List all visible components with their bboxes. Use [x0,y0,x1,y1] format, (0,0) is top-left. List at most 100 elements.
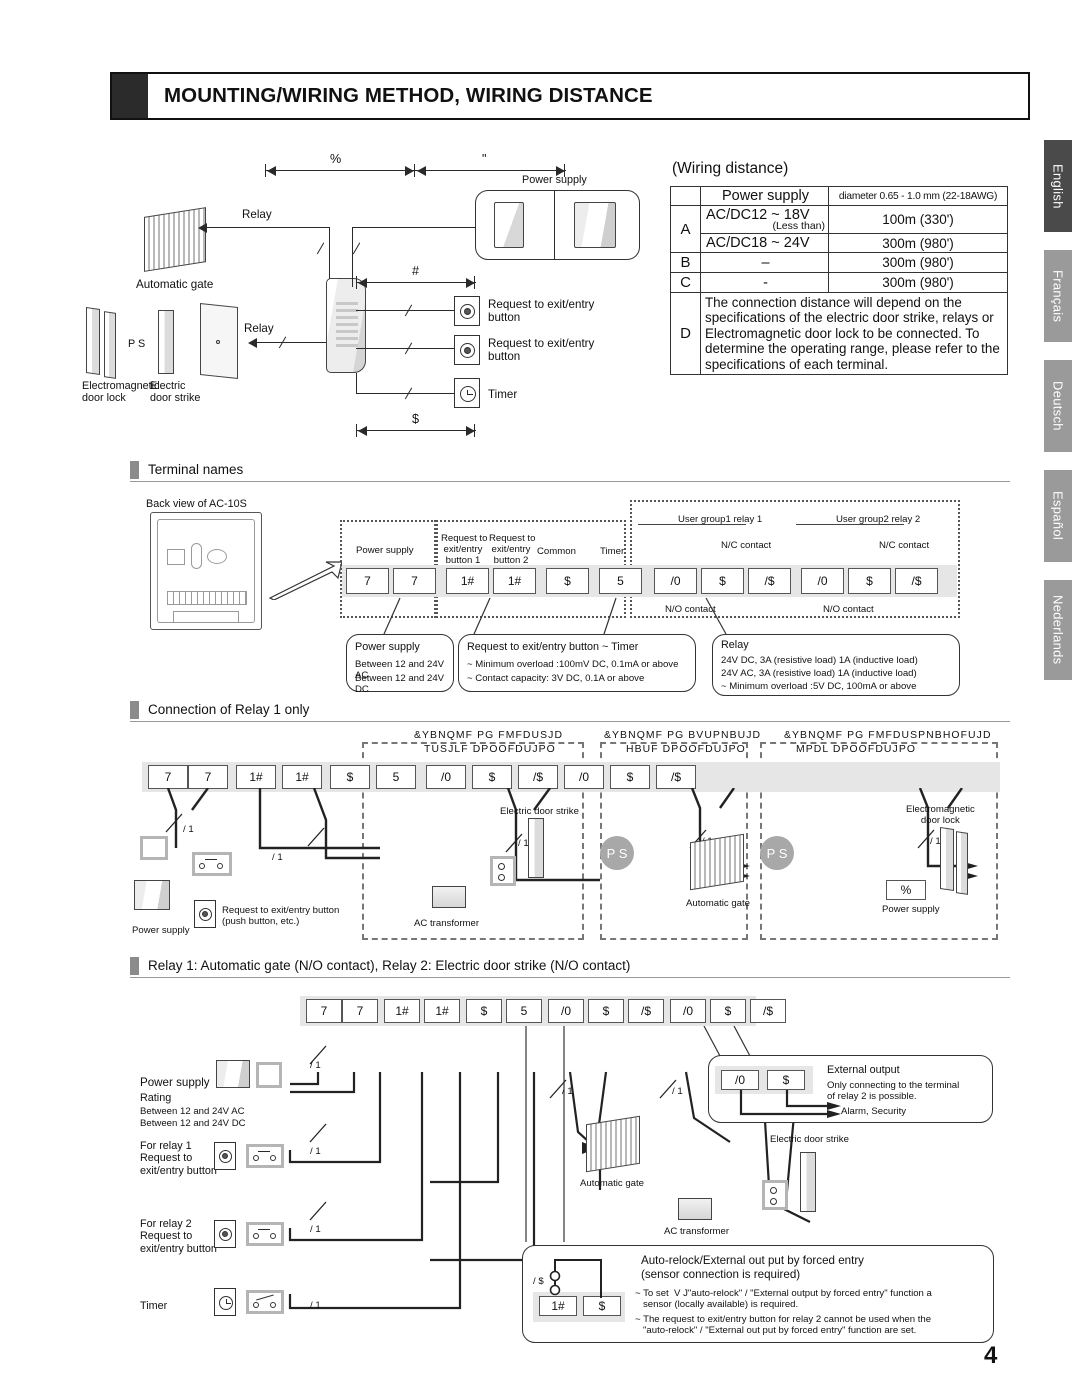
power-supply-unit-b-icon [574,202,616,248]
callout-leader-1 [380,596,410,636]
terminal-box: 1# [424,999,460,1023]
language-tab-deutsch[interactable]: Deutsch [1044,360,1072,452]
external-output-wires [739,1090,841,1118]
relay12-strike-terminal-icon [762,1180,788,1210]
external-output-leader [700,1025,790,1058]
terminal-box: $ [610,765,650,789]
relay12-gauge-3: / 1 [672,1086,683,1097]
relay1-electromagnetic-lock-icon-a [940,827,954,891]
row-a2-distance: 300m (980') [828,233,1008,253]
ps-mark-label: P S [128,338,146,350]
terminal-box: 5 [506,999,542,1023]
callout-line: Between 12 and 24V DC [355,673,445,695]
gate-wire-tick [316,242,325,255]
relay1-ac-transformer-icon [432,886,466,908]
relay1-electric-door-strike-icon [528,818,544,878]
relay12-section-heading: Relay 1: Automatic gate (N/O contact), R… [130,956,1010,978]
request-button-1-icon [454,296,480,326]
electric-door-strike-icon [158,310,174,374]
callout-line: 24V DC, 3A (resistive load) 1A (inductiv… [721,655,918,666]
request-button-1-wire [356,310,454,312]
terminal-box: 5 [376,765,416,789]
relay12-ac-transformer-icon [678,1198,712,1220]
terminal-box: $ [466,999,502,1023]
callout-line: ~ Minimum overload :5V DC, 100mA or abov… [721,681,917,692]
door-wire-arrow [248,338,257,348]
terminal-box: $ [848,568,891,594]
timer-wire [356,393,454,395]
relay1-request-button-icon [194,900,216,928]
label-power-supply-group: Power supply [356,545,414,556]
language-tab-strip[interactable]: English Français Deutsch Español Nederla… [1044,140,1072,680]
dim-c-line [356,282,476,284]
language-tab-nederlands[interactable]: Nederlands [1044,580,1072,680]
header-power-supply: Power supply [700,186,829,206]
bracket-group2 [796,524,904,526]
request-button-2-wire [356,348,454,350]
relay12-gauge-6: / 1 [310,1300,321,1311]
relay12-heading-label: Relay 1: Automatic gate (N/O contact), R… [148,958,631,973]
dim-a-arrow-right [405,166,414,176]
relay1-wire-gauge-1: / 1 [183,824,194,835]
relay1-terminal-row: 7 7 1# 1# $ 5 /0 $ /$ /0 $ /$ [148,765,696,789]
request-button-2-label: Request to exit/entry button [488,337,595,364]
terminal-box: $ [701,568,744,594]
page-header: MOUNTING/WIRING METHOD, WIRING DISTANCE [110,72,1030,120]
callout-power-supply: Power supply Between 12 and 24V AC Betwe… [346,634,454,695]
row-c-power: - [700,272,829,293]
language-tab-english[interactable]: English [1044,140,1072,232]
power-supply-label: Power supply [522,174,587,186]
row-key-b: B [670,252,701,273]
relay-gate-label: Relay [242,208,272,221]
relay12-ac-transformer-label: AC transformer [664,1226,730,1237]
dim-c-arrow-right [466,278,475,288]
relay1-strike-terminal-icon [490,856,516,886]
terminal-box: /$ [628,999,664,1023]
back-view-label: Back view of AC-10S [146,498,247,510]
relay1-power-supply-symbol: % [886,880,926,900]
heading-bar [130,701,139,719]
label-timer-terminal: Timer [600,546,625,557]
electromagnetic-door-lock-icon-b [104,311,116,379]
row-key-c: C [670,272,701,293]
callout-title: Relay [721,639,749,651]
automatic-gate-label: Automatic gate [136,278,214,291]
language-tab-francais[interactable]: Français [1044,250,1072,342]
dim-c-arrow-left [358,278,367,288]
relay12-gauge-1: / 1 [310,1060,321,1071]
relay12-gauge-5: / 1 [310,1224,321,1235]
timer-icon [454,378,480,408]
table-row: A AC/DC12 ~ 18V (Less than) 100m (330') [670,205,1008,253]
label-request-button-2: Request to exit/entry button 2 [489,533,536,566]
relay1-power-supply-right-label: Power supply [882,904,940,915]
row-b-distance: 300m (980') [828,252,1008,273]
terminal-box: 7 [306,999,342,1023]
request-button-1-label: Request to exit/entry button [488,298,595,325]
callout-leader-3 [700,596,730,636]
dim-a-line [265,170,415,172]
terminal-box: 7 [188,765,228,789]
terminal-box: 5 [599,568,642,594]
callout-line: 24V AC, 3A (resistive load) 1A (inductiv… [721,668,917,679]
auto-relock-leader [520,1026,640,1246]
terminal-box: 1# [282,765,322,789]
relay1-heading-label: Connection of Relay 1 only [148,702,310,717]
scrambled-title-2-line1: &YBNQMF PG BVUPNBUJD [604,730,762,741]
wiring-distance-title: (Wiring distance) [672,160,789,177]
dim-a-arrow-left [267,166,276,176]
relay12-electric-door-strike-label: Electric door strike [770,1134,849,1145]
dim-b-line [414,170,566,172]
relay1-push-button-icon [192,852,232,876]
dim-d-arrow-right [466,426,475,436]
language-tab-espanol[interactable]: Español [1044,470,1072,562]
terminal-box: 7 [342,999,378,1023]
terminal-box: /0 [670,999,706,1023]
row-a-distance: 100m (330') [828,205,1008,234]
terminal-box: $ [588,999,624,1023]
heading-bar [130,461,139,479]
label-nc-contact-2: N/C contact [879,540,930,551]
gate-wire-drop [329,227,331,279]
psu-feed-wire [352,227,476,229]
external-output-text: Only connecting to the terminal of relay… [827,1080,960,1102]
terminal-box-row: 7 7 1# 1# $ 5 /0 $ /$ /0 $ /$ [346,568,938,594]
